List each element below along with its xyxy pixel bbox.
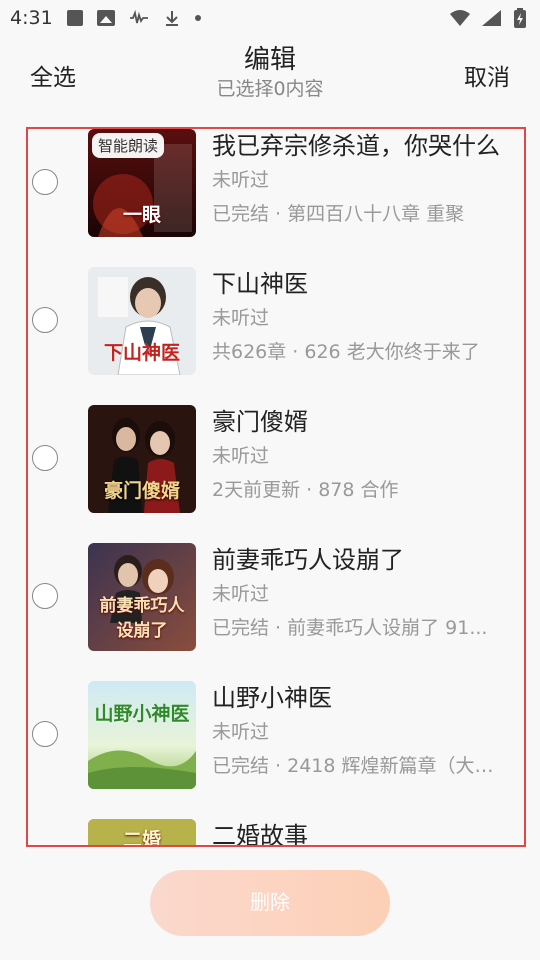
book-title: 我已弃宗修杀道，你哭什么 (212, 132, 500, 160)
cover-art (88, 681, 196, 789)
ai-reading-badge: 智能朗读 (92, 133, 165, 158)
book-cover: 山野小神医 (88, 681, 196, 789)
book-info: 我已弃宗修杀道，你哭什么 未听过 已完结 · 第四百八十八章 重聚 (212, 129, 512, 227)
notification-square-icon (66, 10, 83, 26)
list-item[interactable]: 二婚 二婚故事 (28, 819, 524, 847)
cover-title: 豪门傻婿 (103, 480, 180, 502)
cancel-button[interactable]: 取消 (464, 58, 510, 92)
listen-status: 未听过 (212, 169, 270, 191)
book-cover: 智能朗读 一眼 (88, 129, 196, 237)
listen-status: 未听过 (212, 583, 270, 605)
select-radio[interactable] (32, 721, 58, 747)
book-meta: 2天前更新 · 878 合作 (212, 479, 399, 501)
select-radio[interactable] (32, 583, 58, 609)
select-radio[interactable] (32, 445, 58, 471)
book-cover: 豪门傻婿 (88, 405, 196, 513)
select-radio[interactable] (32, 307, 58, 333)
book-list: 智能朗读 一眼 我已弃宗修杀道，你哭什么 未听过 已完结 · 第四百八十八章 重… (26, 127, 526, 847)
status-bar: 4:31 (0, 0, 540, 36)
book-cover: 前妻乖巧人设崩了 (88, 543, 196, 651)
more-notifications-dot-icon (194, 15, 201, 21)
book-meta: 已完结 · 前妻乖巧人设崩了 91... (212, 617, 488, 639)
book-cover: 下山神医 (88, 267, 196, 375)
book-info: 前妻乖巧人设崩了 未听过 已完结 · 前妻乖巧人设崩了 91... (212, 543, 512, 641)
edit-header: 全选 编辑 已选择0内容 取消 (0, 36, 540, 112)
book-info: 下山神医 未听过 共626章 · 626 老大你终于来了 (212, 267, 512, 365)
list-item[interactable]: 前妻乖巧人设崩了 前妻乖巧人设崩了 未听过 已完结 · 前妻乖巧人设崩了 91.… (28, 543, 524, 681)
book-cover: 二婚 (88, 819, 196, 847)
cover-title: 前妻乖巧人设崩了 (99, 596, 185, 641)
book-title: 下山神医 (212, 270, 308, 298)
book-meta: 已完结 · 第四百八十八章 重聚 (212, 203, 465, 225)
listen-status: 未听过 (212, 307, 270, 329)
download-icon (165, 11, 178, 26)
cover-title: 下山神医 (103, 342, 180, 364)
image-notification-icon (96, 10, 115, 26)
listen-status: 未听过 (212, 721, 270, 743)
book-info: 山野小神医 未听过 已完结 · 2418 辉煌新篇章（大结局） (212, 681, 512, 779)
book-title: 二婚故事 (212, 822, 308, 847)
audio-wave-icon (129, 10, 148, 24)
book-title: 前妻乖巧人设崩了 (212, 546, 404, 574)
battery-icon (514, 8, 526, 28)
list-item[interactable]: 下山神医 下山神医 未听过 共626章 · 626 老大你终于来了 (28, 267, 524, 405)
book-info: 二婚故事 (212, 819, 512, 847)
book-meta: 共626章 · 626 老大你终于来了 (212, 341, 480, 363)
header-title-block: 编辑 已选择0内容 (0, 44, 540, 102)
delete-button[interactable]: 删除 (150, 870, 390, 936)
wifi-icon (450, 10, 470, 26)
clock: 4:31 (10, 7, 53, 29)
cover-title: 一眼 (122, 204, 161, 226)
list-item[interactable]: 山野小神医 山野小神医 未听过 已完结 · 2418 辉煌新篇章（大结局） (28, 681, 524, 819)
book-info: 豪门傻婿 未听过 2天前更新 · 878 合作 (212, 405, 512, 503)
book-meta: 已完结 · 2418 辉煌新篇章（大结局） (212, 755, 512, 777)
cover-title: 二婚 (122, 829, 161, 847)
list-item[interactable]: 豪门傻婿 豪门傻婿 未听过 2天前更新 · 878 合作 (28, 405, 524, 543)
signal-icon (482, 10, 501, 26)
select-radio[interactable] (32, 169, 58, 195)
book-title: 豪门傻婿 (212, 408, 308, 436)
cover-title: 山野小神医 (94, 703, 190, 725)
page-title: 编辑 (243, 45, 296, 75)
list-item[interactable]: 智能朗读 一眼 我已弃宗修杀道，你哭什么 未听过 已完结 · 第四百八十八章 重… (28, 129, 524, 267)
book-title: 山野小神医 (212, 684, 332, 712)
listen-status: 未听过 (212, 445, 270, 467)
selection-count: 已选择0内容 (216, 78, 324, 100)
